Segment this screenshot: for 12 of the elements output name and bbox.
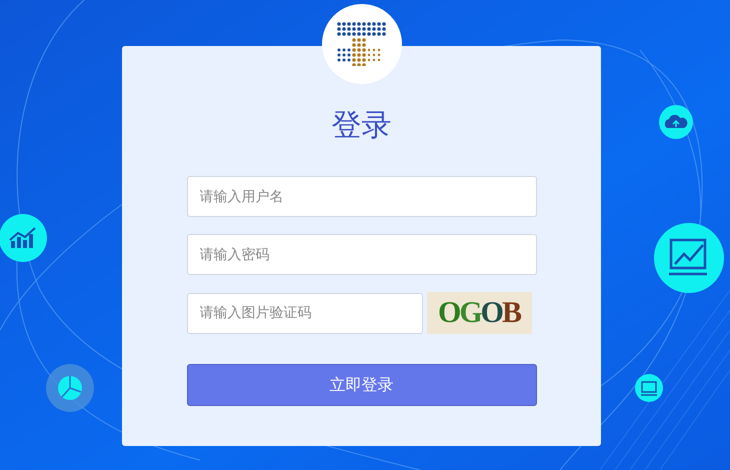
pie-chart-icon [46, 364, 94, 412]
login-title: 登录 [332, 107, 392, 145]
monitor-icon [635, 374, 663, 402]
growth-chart-icon [0, 214, 47, 262]
cloud-upload-icon [659, 105, 693, 139]
captcha-text: OGOB [438, 296, 520, 330]
captcha-image[interactable]: OGOB [426, 292, 532, 334]
input-field[interactable]: 请输入用户名 [186, 176, 536, 217]
monitor-chart-icon [654, 223, 724, 293]
input-field[interactable]: 请输入图片验证码 [186, 292, 422, 334]
input-field[interactable]: 请输入密码 [186, 234, 536, 275]
login-button[interactable]: 立即登录 [186, 364, 536, 406]
